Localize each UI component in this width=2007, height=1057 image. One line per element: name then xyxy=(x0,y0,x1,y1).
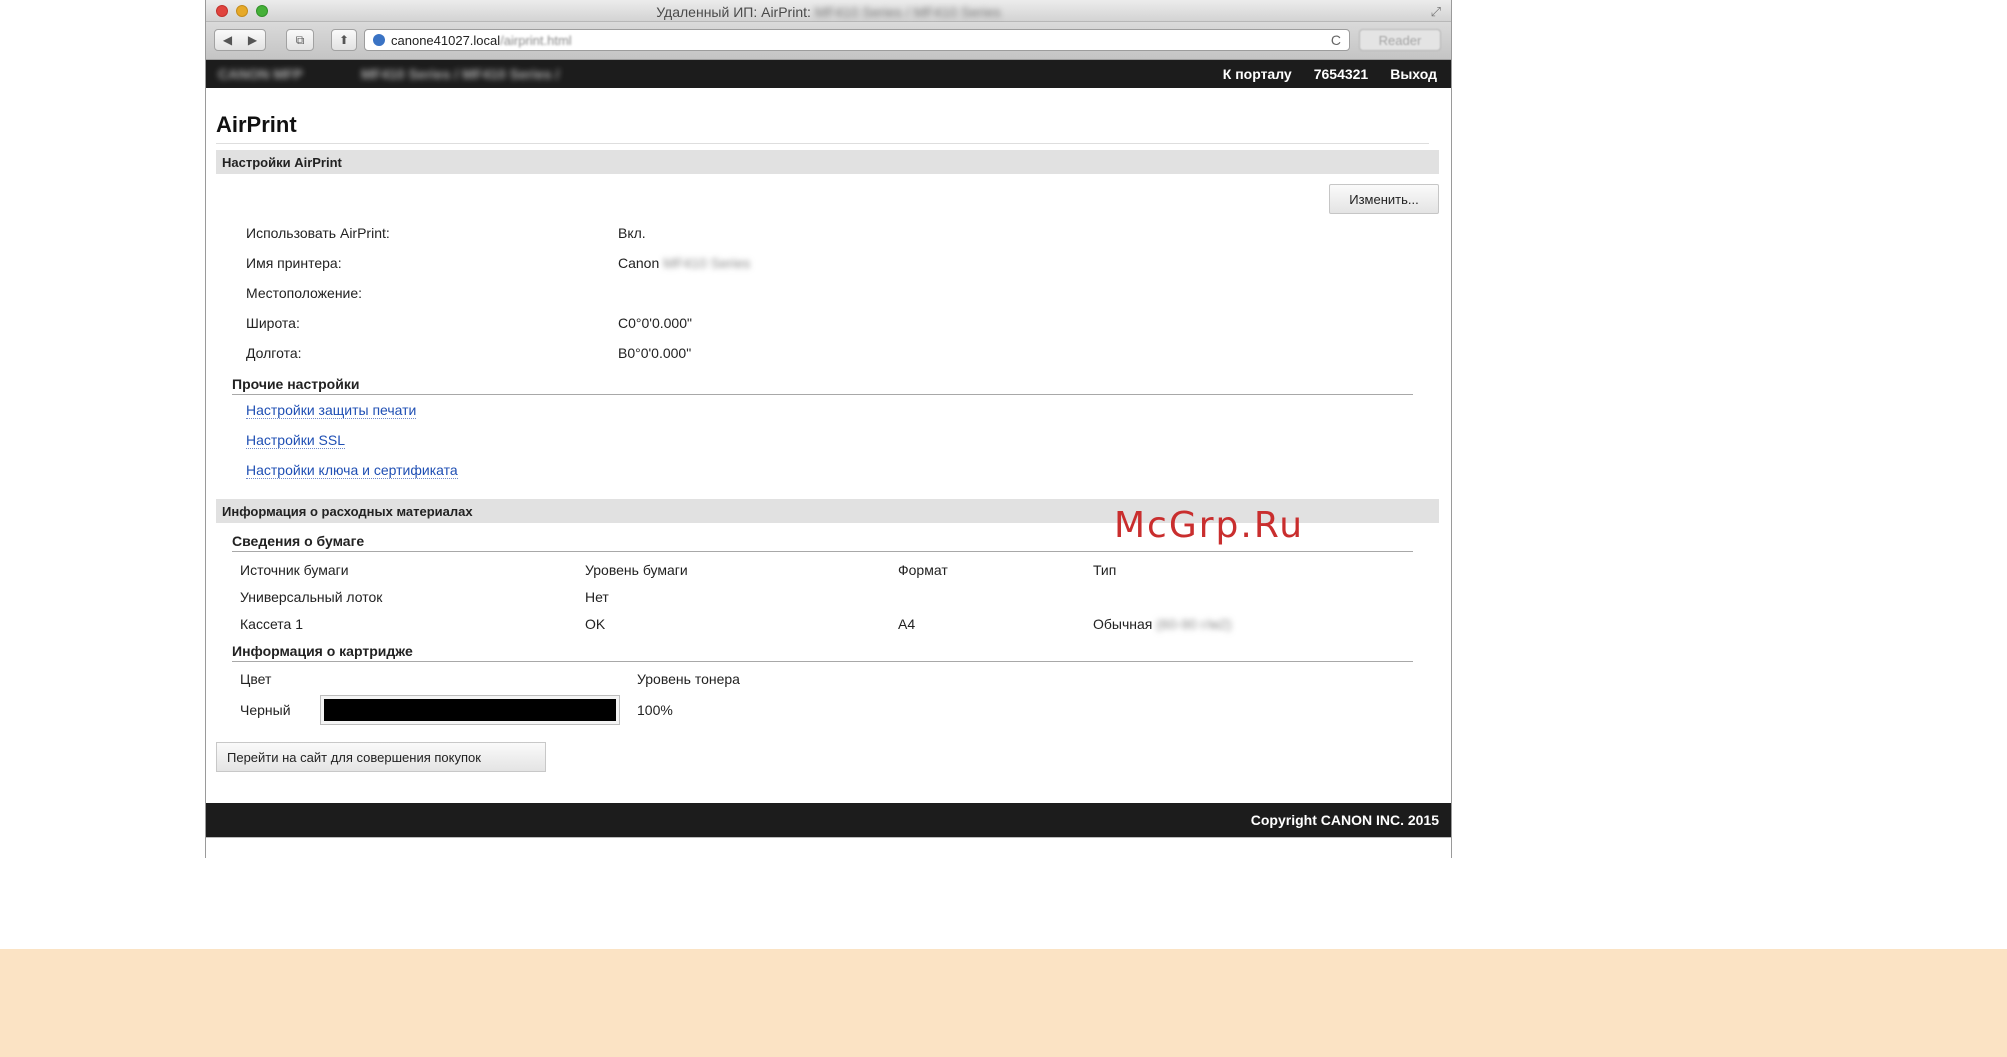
setting-value: Вкл. xyxy=(618,225,646,241)
setting-label: Имя принтера: xyxy=(246,255,342,271)
toner-level-bar xyxy=(320,695,620,725)
setting-value: С0°0'0.000" xyxy=(618,315,692,331)
setting-row-location: Местоположение: xyxy=(216,278,1439,308)
setting-value: Canon MF410 Series xyxy=(618,255,1439,271)
setting-row-latitude: Широта: С0°0'0.000" xyxy=(216,308,1439,338)
footer-bar: Copyright CANON INC. 2015 xyxy=(206,803,1451,837)
column-header: Тип xyxy=(1093,561,1117,578)
paper-table-header: Источник бумаги Уровень бумаги Формат Ти… xyxy=(240,556,1439,583)
paper-source: Универсальный лоток xyxy=(240,588,383,605)
page-title: AirPrint xyxy=(216,88,1429,144)
reader-button[interactable]: Reader xyxy=(1359,29,1441,51)
edit-button[interactable]: Изменить... xyxy=(1329,184,1439,214)
column-header: Цвет xyxy=(240,671,272,687)
address-host: canone41027.local xyxy=(391,32,501,48)
bottom-band xyxy=(0,949,2007,1057)
link-key-certificate[interactable]: Настройки ключа и сертификата xyxy=(246,455,1439,485)
setting-row-printer-name: Имя принтера: Canon MF410 Series xyxy=(216,248,1439,278)
site-favicon-icon xyxy=(373,34,385,46)
up-arrow-icon: ⬆ xyxy=(338,33,350,47)
column-header: Источник бумаги xyxy=(240,561,349,578)
setting-row-use-airprint: Использовать AirPrint: Вкл. xyxy=(216,218,1439,248)
footer-divider xyxy=(206,837,1451,840)
browser-window: Удаленный ИП: AirPrint: MF410 Series / M… xyxy=(205,0,1452,858)
paper-level: Нет xyxy=(585,588,609,605)
back-arrow-icon[interactable]: ◀ xyxy=(215,33,240,47)
link-text: Настройки ключа и сертификата xyxy=(246,462,458,479)
device-name-blurred: CANON MFP xyxy=(218,66,303,82)
setting-label: Широта: xyxy=(246,315,300,331)
printer-model-blurred: MF410 Series xyxy=(663,255,751,271)
window-title-text: Удаленный ИП: AirPrint: xyxy=(656,4,811,20)
paper-type-value: Обычная xyxy=(1093,615,1153,632)
setting-label: Местоположение: xyxy=(246,285,363,301)
share-icon: ⧉ xyxy=(295,32,305,47)
window-title: Удаленный ИП: AirPrint: MF410 Series / M… xyxy=(206,4,1451,20)
logout-link[interactable]: Выход xyxy=(1390,66,1437,82)
link-print-protection[interactable]: Настройки защиты печати xyxy=(246,395,1439,425)
forward-arrow-icon[interactable]: ▶ xyxy=(240,33,265,47)
address-path: /airprint.html xyxy=(500,32,572,48)
user-id: 7654321 xyxy=(1313,66,1369,82)
link-ssl-settings[interactable]: Настройки SSL xyxy=(246,425,1439,455)
paper-type: Обычная (60-90 г/м2) xyxy=(1093,616,1439,632)
table-row: Универсальный лоток Нет xyxy=(240,583,1439,610)
share-button[interactable]: ⧉ xyxy=(286,29,314,51)
copyright-text: Copyright CANON INC. 2015 xyxy=(1250,812,1439,828)
watermark-text: McGrp.Ru xyxy=(1114,505,1305,546)
page-root: Удаленный ИП: AirPrint: MF410 Series / M… xyxy=(0,0,2007,1057)
link-text: Настройки SSL xyxy=(246,432,345,449)
airprint-settings-header: Настройки AirPrint xyxy=(216,150,1439,174)
column-header: Уровень бумаги xyxy=(585,561,688,578)
paper-type-blurred: (60-90 г/м2) xyxy=(1156,615,1232,632)
paper-level: OK xyxy=(585,615,606,632)
portal-link[interactable]: К порталу xyxy=(1223,66,1292,82)
fullscreen-icon[interactable]: ⤢ xyxy=(1431,4,1441,20)
toner-level-text: 100% xyxy=(637,702,673,718)
cartridge-info-heading: Информация о картридже xyxy=(232,643,1413,662)
top-navigation-bar: CANON MFP MF410 Series / MF410 Series / … xyxy=(206,60,1451,88)
window-titlebar: Удаленный ИП: AirPrint: MF410 Series / M… xyxy=(206,0,1451,22)
top-nav-right: К порталу 7654321 Выход xyxy=(1223,66,1437,82)
toner-level-fill xyxy=(324,699,616,721)
column-header: Формат xyxy=(898,561,948,578)
breadcrumb-blurred: MF410 Series / MF410 Series / xyxy=(361,66,560,82)
setting-value: В0°0'0.000" xyxy=(618,345,692,361)
table-row: Черный 100% xyxy=(240,692,1439,728)
setting-label: Использовать AirPrint: xyxy=(246,225,390,241)
cartridge-table-header: Цвет Уровень тонера xyxy=(240,666,1439,692)
main-content: AirPrint Настройки AirPrint Изменить... … xyxy=(206,88,1451,772)
other-settings-heading: Прочие настройки xyxy=(232,376,1413,395)
table-row: Кассета 1 OK A4 Обычная (60-90 г/м2) xyxy=(240,610,1439,637)
paper-table: Источник бумаги Уровень бумаги Формат Ти… xyxy=(240,556,1439,637)
top-sites-button[interactable]: ⬆ xyxy=(331,29,357,51)
address-bar[interactable]: canone41027.local /airprint.html C xyxy=(364,29,1350,51)
reload-icon[interactable]: C xyxy=(1331,32,1341,48)
toner-color: Черный xyxy=(240,702,291,718)
cartridge-table: Цвет Уровень тонера Черный 100% xyxy=(240,666,1439,728)
column-header: Уровень тонера xyxy=(637,671,740,687)
paper-source: Кассета 1 xyxy=(240,615,303,632)
paper-format: A4 xyxy=(898,615,916,632)
window-title-blurred: MF410 Series / MF410 Series xyxy=(814,4,1001,20)
edit-row: Изменить... xyxy=(216,174,1439,218)
shop-button[interactable]: Перейти на сайт для совершения покупок xyxy=(216,742,546,772)
history-nav: ◀ ▶ xyxy=(214,29,266,51)
setting-label: Долгота: xyxy=(246,345,302,361)
browser-toolbar: ◀ ▶ ⧉ ⬆ canone41027.local /airprint.html… xyxy=(206,22,1451,60)
printer-name-value: Canon xyxy=(618,255,660,271)
link-text: Настройки защиты печати xyxy=(246,402,417,419)
setting-row-longitude: Долгота: В0°0'0.000" xyxy=(216,338,1439,368)
